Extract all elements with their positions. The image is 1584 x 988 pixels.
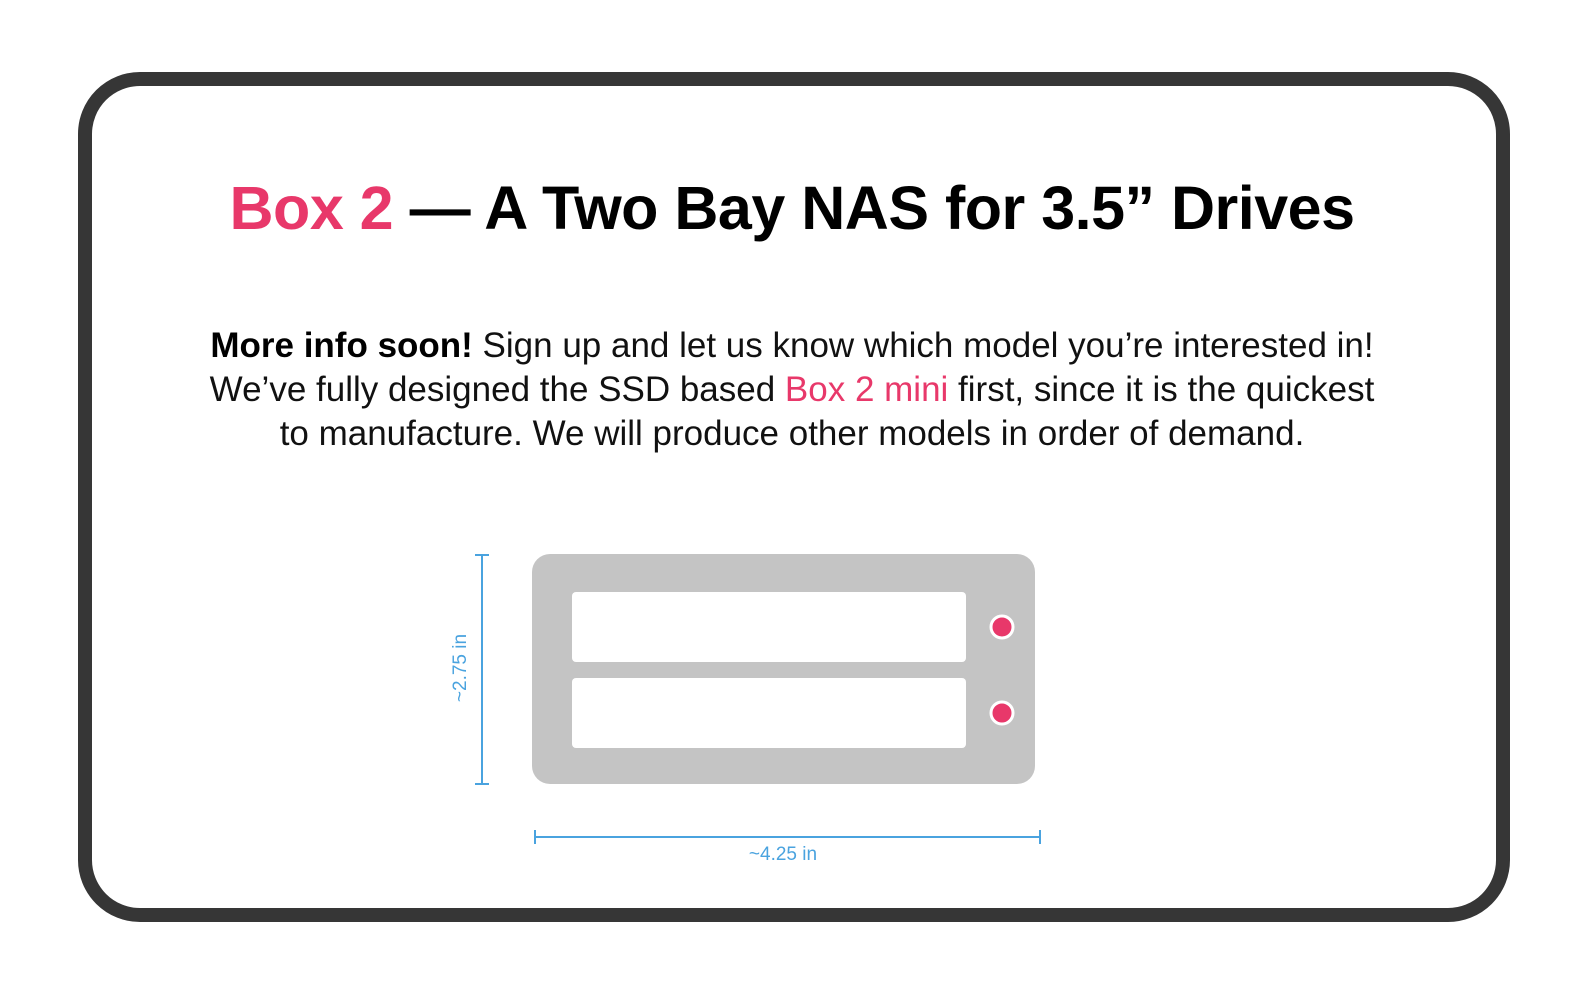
height-label: ~2.75 in — [450, 634, 471, 702]
status-led-2 — [989, 700, 1015, 726]
nas-diagram: ~2.75 in ~4.25 in — [450, 554, 1041, 865]
width-dimension — [534, 830, 1041, 844]
width-label: ~4.25 in — [749, 844, 817, 865]
status-led-1 — [989, 614, 1015, 640]
drive-bay-1 — [572, 592, 966, 662]
height-dimension — [475, 554, 489, 785]
nas-chassis — [532, 554, 1035, 784]
drive-bay-2 — [572, 678, 966, 748]
